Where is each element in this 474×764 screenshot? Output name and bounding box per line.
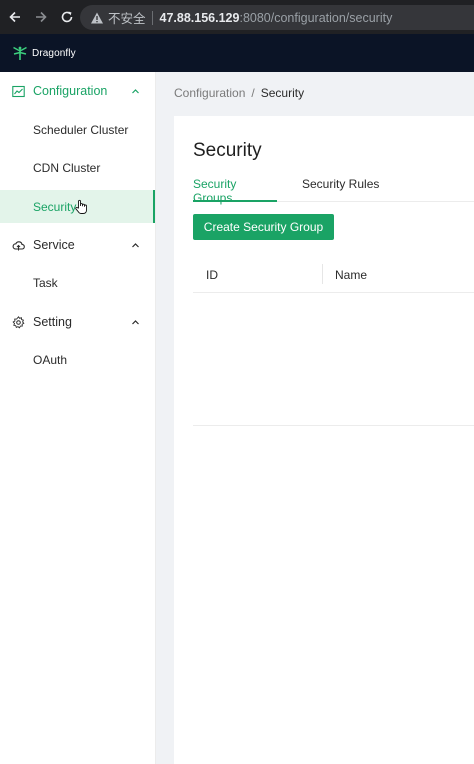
column-divider	[322, 264, 323, 284]
sidebar-item-cdn-cluster[interactable]: CDN Cluster	[0, 151, 155, 184]
warning-icon	[91, 12, 103, 23]
sidebar-item-label: OAuth	[33, 352, 68, 367]
sidebar-group-service[interactable]: Service	[0, 228, 155, 262]
sidebar-group-label: Setting	[33, 315, 72, 329]
sidebar-item-oauth[interactable]: OAuth	[0, 343, 155, 376]
sidebar-group-setting[interactable]: Setting	[0, 305, 155, 339]
sidebar-group-label: Service	[33, 238, 75, 252]
create-security-group-button[interactable]: Create Security Group	[193, 214, 334, 240]
sidebar-item-label: Security	[33, 199, 77, 214]
line-chart-icon	[12, 85, 25, 98]
arrow-left-icon	[9, 11, 20, 23]
sidebar: Configuration Scheduler Cluster CDN Clus…	[0, 72, 156, 764]
tab-bar: Security Groups Security Rules	[193, 177, 474, 205]
reload-icon	[61, 11, 73, 23]
reload-button[interactable]	[56, 6, 78, 28]
forward-button[interactable]	[30, 6, 52, 28]
hand-cursor-icon	[75, 199, 87, 214]
sidebar-item-label: Scheduler Cluster	[33, 122, 129, 137]
app-header: Dragonfly	[0, 34, 474, 72]
table-header: ID Name	[193, 256, 474, 293]
chevron-up-icon	[132, 243, 139, 248]
sidebar-item-label: CDN Cluster	[33, 160, 101, 175]
sidebar-item-task[interactable]: Task	[0, 266, 155, 299]
address-divider	[151, 10, 153, 25]
breadcrumb-parent[interactable]: Configuration	[174, 86, 245, 100]
dragonfly-logo-icon	[13, 46, 27, 60]
sidebar-item-scheduler-cluster[interactable]: Scheduler Cluster	[0, 113, 155, 146]
breadcrumb: Configuration / Security	[174, 86, 304, 100]
gear-icon	[12, 316, 25, 329]
chevron-up-icon	[132, 320, 139, 325]
brand-name: Dragonfly	[32, 47, 76, 59]
table-bottom-border	[193, 425, 474, 426]
column-header-id: ID	[206, 268, 218, 282]
arrow-right-icon	[36, 11, 47, 23]
content-card: Security Security Groups Security Rules …	[174, 116, 474, 764]
sidebar-item-label: Task	[33, 275, 58, 290]
insecure-label: 不安全	[108, 12, 146, 26]
sidebar-group-configuration[interactable]: Configuration	[0, 74, 155, 108]
page-title: Security	[193, 140, 262, 161]
tab-security-rules[interactable]: Security Rules	[302, 177, 379, 202]
column-header-name: Name	[335, 268, 368, 282]
sidebar-group-label: Configuration	[33, 84, 108, 98]
chevron-up-icon	[132, 89, 139, 94]
tab-security-groups[interactable]: Security Groups	[193, 177, 277, 205]
back-button[interactable]	[4, 6, 26, 28]
url-path: :8080/configuration/security	[239, 10, 393, 25]
breadcrumb-current: Security	[260, 86, 305, 100]
url-host: 47.88.156.129	[159, 10, 240, 25]
address-bar[interactable]: 不安全 47.88.156.129 :8080/configuration/se…	[80, 5, 474, 30]
browser-toolbar: 不安全 47.88.156.129 :8080/configuration/se…	[0, 0, 474, 34]
main-content: Configuration / Security Security Security…	[156, 72, 474, 764]
cloud-icon	[12, 241, 25, 251]
sidebar-item-security[interactable]: Security	[0, 190, 155, 223]
breadcrumb-separator: /	[251, 86, 255, 100]
